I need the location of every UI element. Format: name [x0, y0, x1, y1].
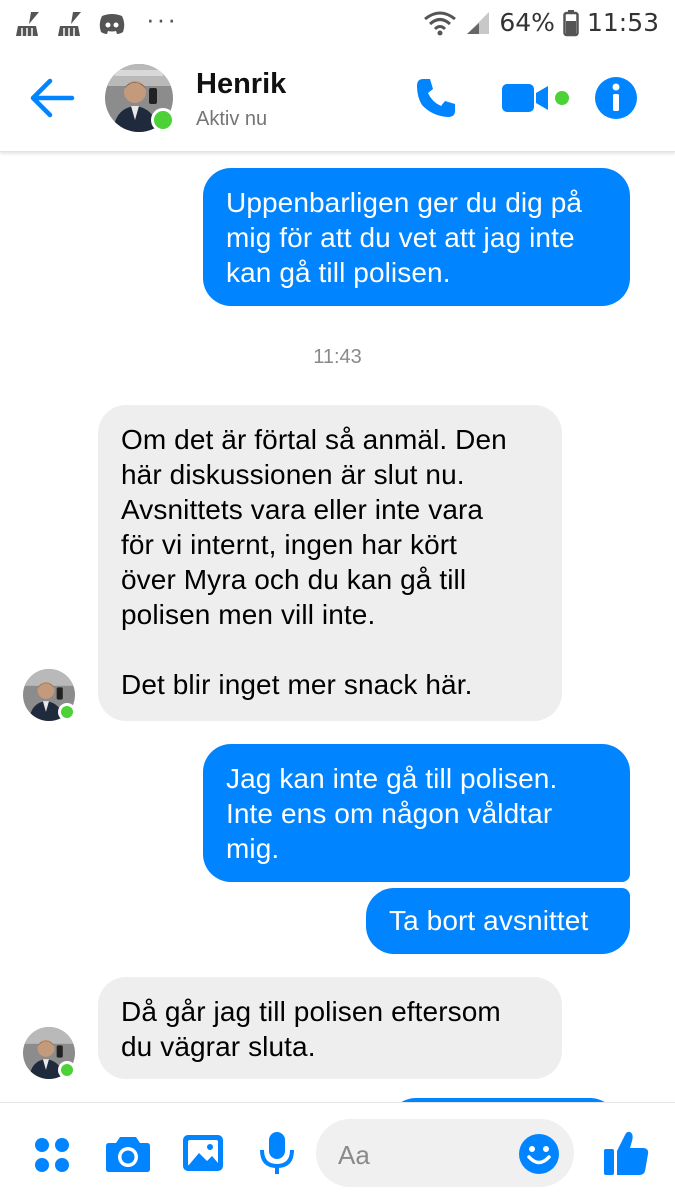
microphone-icon	[260, 1132, 294, 1174]
voice-call-button[interactable]	[414, 76, 458, 120]
message-text: för vi internt, ingen har kört	[121, 529, 458, 560]
video-call-button[interactable]	[500, 80, 572, 116]
conversation-info-button[interactable]	[594, 76, 638, 120]
message-text: Då går jag till polisen eftersom	[121, 996, 501, 1027]
message-text: Det blir inget mer snack här.	[121, 669, 473, 700]
online-indicator	[58, 1061, 76, 1079]
signal-icon	[467, 11, 490, 34]
message-text: mig för att du vet att jag inte	[226, 222, 575, 253]
like-button[interactable]	[602, 1129, 650, 1177]
outgoing-message[interactable]: Jag kan inte gå till polisen. Inte ens o…	[203, 744, 630, 882]
conversation-header: Henrik Aktiv nu	[0, 48, 675, 152]
more-actions-button[interactable]	[32, 1135, 72, 1175]
input-placeholder: Aa	[338, 1140, 370, 1170]
message-timestamp: 11:43	[313, 346, 362, 368]
discord-icon	[99, 14, 125, 34]
voice-message-button[interactable]	[258, 1131, 296, 1175]
thumbs-up-icon	[604, 1131, 649, 1175]
message-text: Uppenbarligen ger du dig på	[226, 187, 583, 218]
message-text: Avsnittets vara eller inte vara	[121, 494, 484, 525]
incoming-message[interactable]: Om det är förtal så anmäl. Den här disku…	[98, 405, 562, 721]
message-text: Ta bort avsnittet	[389, 905, 589, 936]
image-icon	[183, 1135, 223, 1171]
sweep-icon	[58, 12, 81, 36]
message-text: Jag kan inte gå till polisen.	[226, 763, 558, 794]
camera-button[interactable]	[105, 1133, 151, 1173]
message-text: mig.	[226, 833, 280, 864]
contact-name[interactable]: Henrik	[196, 68, 286, 101]
message-text: över Myra och du kan gå till	[121, 564, 467, 595]
incoming-message[interactable]: Då går jag till polisen eftersom du vägr…	[98, 977, 562, 1079]
battery-icon	[563, 9, 579, 36]
phone-icon	[417, 79, 455, 117]
back-button[interactable]	[28, 76, 76, 120]
message-text: Om det är förtal så anmäl. Den	[121, 424, 507, 455]
status-bar: ··· 64% 11:53	[0, 0, 675, 48]
notification-overflow-dots: ···	[146, 3, 178, 34]
message-composer: Aa	[0, 1102, 675, 1200]
message-text: här diskussionen är slut nu.	[121, 459, 465, 490]
message-text: polisen men vill inte.	[121, 599, 376, 630]
apps-grid-icon	[35, 1138, 69, 1172]
video-camera-icon	[502, 84, 569, 112]
outgoing-message[interactable]: Ta bort avsnittet	[366, 888, 630, 954]
presence-status: Aktiv nu	[196, 108, 268, 130]
outgoing-message[interactable]: Uppenbarligen ger du dig på mig för att …	[203, 168, 630, 306]
gallery-button[interactable]	[182, 1133, 224, 1173]
online-indicator	[151, 108, 175, 132]
battery-percent: 64%	[499, 8, 555, 37]
info-icon	[595, 77, 637, 119]
back-arrow-icon	[30, 78, 75, 118]
clock: 11:53	[586, 8, 659, 37]
emoji-button[interactable]	[518, 1133, 560, 1175]
message-text: kan gå till polisen.	[226, 257, 451, 288]
online-indicator	[58, 703, 76, 721]
emoji-icon	[519, 1134, 559, 1174]
sweep-icon	[16, 12, 39, 36]
message-text: du vägrar sluta.	[121, 1031, 316, 1062]
message-text: Inte ens om någon våldtar	[226, 798, 553, 829]
camera-icon	[106, 1137, 150, 1172]
wifi-icon	[424, 11, 457, 35]
